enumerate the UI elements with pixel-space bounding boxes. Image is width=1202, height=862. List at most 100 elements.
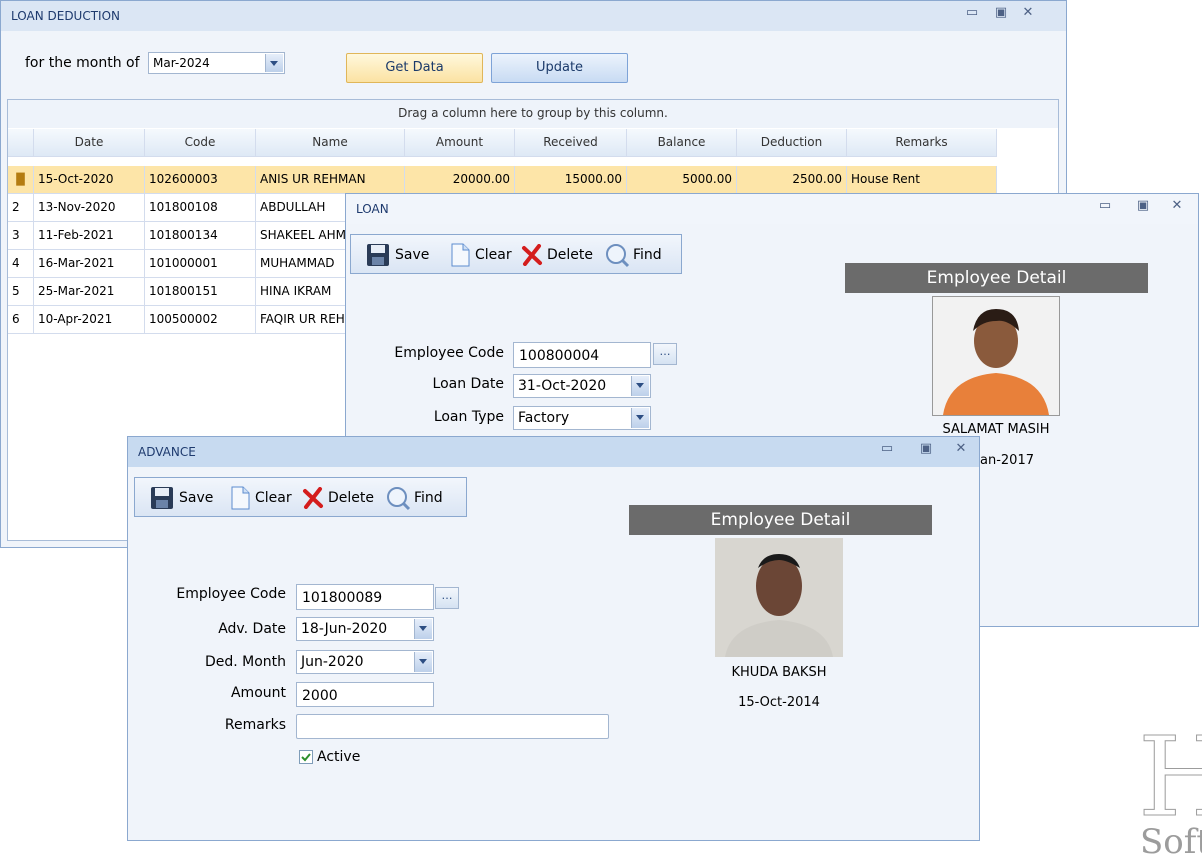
month-label: for the month of [25, 55, 140, 71]
table-row[interactable]: ▐▌ 15-Oct-2020 102600003 ANIS UR REHMAN … [8, 166, 997, 194]
search-icon [387, 487, 411, 511]
clear-button[interactable]: Clear [229, 485, 292, 511]
find-label: Find [633, 247, 662, 263]
cell-date[interactable]: 15-Oct-2020 [34, 166, 145, 194]
document-icon [231, 486, 250, 510]
ded-month-select[interactable]: Jun-2020 [296, 650, 434, 674]
close-icon[interactable]: ✕ [1019, 5, 1037, 20]
cell-date[interactable]: 25-Mar-2021 [34, 278, 145, 306]
employee-code-field[interactable]: 101800089 [296, 584, 434, 610]
column-header-received[interactable]: Received [515, 129, 627, 157]
column-header-amount[interactable]: Amount [405, 129, 515, 157]
get-data-button[interactable]: Get Data [346, 53, 483, 83]
window-title: LOAN DEDUCTION [11, 9, 121, 23]
column-header-deduction[interactable]: Deduction [737, 129, 847, 157]
employee-lookup-button[interactable]: … [435, 587, 459, 609]
save-icon [151, 487, 173, 509]
save-label: Save [179, 490, 214, 506]
cell-deduction[interactable]: 2500.00 [737, 166, 847, 194]
row-indicator-header [8, 129, 34, 157]
save-button[interactable]: Save [149, 485, 213, 511]
employee-code-field[interactable]: 100800004 [513, 342, 651, 368]
find-button[interactable]: Find [604, 242, 662, 268]
advance-toolbar: Save Clear Delete Find [134, 477, 467, 517]
chevron-down-icon[interactable] [414, 619, 432, 639]
cell-date[interactable]: 16-Mar-2021 [34, 250, 145, 278]
maximize-icon[interactable]: ▣ [917, 441, 935, 456]
loan-date-value: 31-Oct-2020 [518, 378, 607, 394]
adv-date-select[interactable]: 18-Jun-2020 [296, 617, 434, 641]
cell-code[interactable]: 101800134 [145, 222, 256, 250]
loan-type-select[interactable]: Factory [513, 406, 651, 430]
remarks-field[interactable] [296, 714, 609, 739]
column-header-balance[interactable]: Balance [627, 129, 737, 157]
cell-remarks[interactable]: House Rent [847, 166, 997, 194]
cell-code[interactable]: 100500002 [145, 306, 256, 334]
cell-received[interactable]: 15000.00 [515, 166, 627, 194]
update-button[interactable]: Update [491, 53, 628, 83]
column-header-remarks[interactable]: Remarks [847, 129, 997, 157]
employee-name: KHUDA BAKSH [731, 665, 827, 680]
cell-index: 6 [8, 306, 34, 334]
title-bar: LOAN ▭ ▣ ✕ [346, 194, 1198, 224]
column-header-name[interactable]: Name [256, 129, 405, 157]
maximize-icon[interactable]: ▣ [1134, 198, 1152, 213]
employee-detail-header: Employee Detail [845, 263, 1148, 293]
chevron-down-icon[interactable] [631, 408, 649, 428]
column-header-date[interactable]: Date [34, 129, 145, 157]
delete-button[interactable]: Delete [521, 242, 593, 268]
adv-date-value: 18-Jun-2020 [301, 621, 388, 637]
save-label: Save [395, 247, 430, 263]
delete-button[interactable]: Delete [302, 485, 374, 511]
cell-code[interactable]: 101800108 [145, 194, 256, 222]
advance-window: ADVANCE ▭ ▣ ✕ Save Clear Delete Find Emp… [127, 436, 980, 841]
month-select[interactable]: Mar-2024 [148, 52, 285, 74]
cell-code[interactable]: 101000001 [145, 250, 256, 278]
cell-code[interactable]: 101800151 [145, 278, 256, 306]
ded-month-value: Jun-2020 [301, 654, 364, 670]
cell-name[interactable]: ANIS UR REHMAN [256, 166, 405, 194]
close-icon[interactable]: ✕ [1168, 198, 1186, 213]
loan-toolbar: Save Clear Delete Find [350, 234, 682, 274]
amount-field[interactable]: 2000 [296, 682, 434, 707]
active-label: Active [317, 749, 361, 765]
cell-date[interactable]: 11-Feb-2021 [34, 222, 145, 250]
chevron-down-icon[interactable] [631, 376, 649, 396]
cell-index: 3 [8, 222, 34, 250]
current-row-icon: ▐▌ [8, 166, 34, 194]
minimize-icon[interactable]: ▭ [1096, 198, 1114, 213]
loan-date-select[interactable]: 31-Oct-2020 [513, 374, 651, 398]
employee-lookup-button[interactable]: … [653, 343, 677, 365]
chevron-down-icon[interactable] [265, 54, 283, 72]
find-label: Find [414, 490, 443, 506]
minimize-icon[interactable]: ▭ [878, 441, 896, 456]
loan-type-value: Factory [518, 410, 570, 426]
save-button[interactable]: Save [365, 242, 429, 268]
amount-label: Amount [230, 685, 286, 701]
brand-logo-text: Soft [1140, 822, 1202, 862]
chevron-down-icon[interactable] [414, 652, 432, 672]
cell-amount[interactable]: 20000.00 [405, 166, 515, 194]
employee-name: SALAMAT MASIH [942, 422, 1050, 437]
close-icon[interactable]: ✕ [952, 441, 970, 456]
column-header-code[interactable]: Code [145, 129, 256, 157]
find-button[interactable]: Find [385, 485, 443, 511]
window-title: LOAN [356, 202, 389, 216]
search-icon [606, 244, 630, 268]
cell-index: 4 [8, 250, 34, 278]
adv-date-label: Adv. Date [218, 621, 286, 637]
cell-code[interactable]: 102600003 [145, 166, 256, 194]
clear-button[interactable]: Clear [449, 242, 512, 268]
employee-code-label: Employee Code [176, 586, 286, 602]
save-icon [367, 244, 389, 266]
group-panel[interactable]: Drag a column here to group by this colu… [8, 100, 1058, 128]
maximize-icon[interactable]: ▣ [992, 5, 1010, 20]
employee-photo [715, 538, 843, 657]
ded-month-label: Ded. Month [204, 654, 286, 670]
cell-date[interactable]: 13-Nov-2020 [34, 194, 145, 222]
cell-date[interactable]: 10-Apr-2021 [34, 306, 145, 334]
cell-balance[interactable]: 5000.00 [627, 166, 737, 194]
delete-label: Delete [328, 490, 374, 506]
active-checkbox[interactable] [299, 750, 313, 764]
minimize-icon[interactable]: ▭ [963, 5, 981, 20]
